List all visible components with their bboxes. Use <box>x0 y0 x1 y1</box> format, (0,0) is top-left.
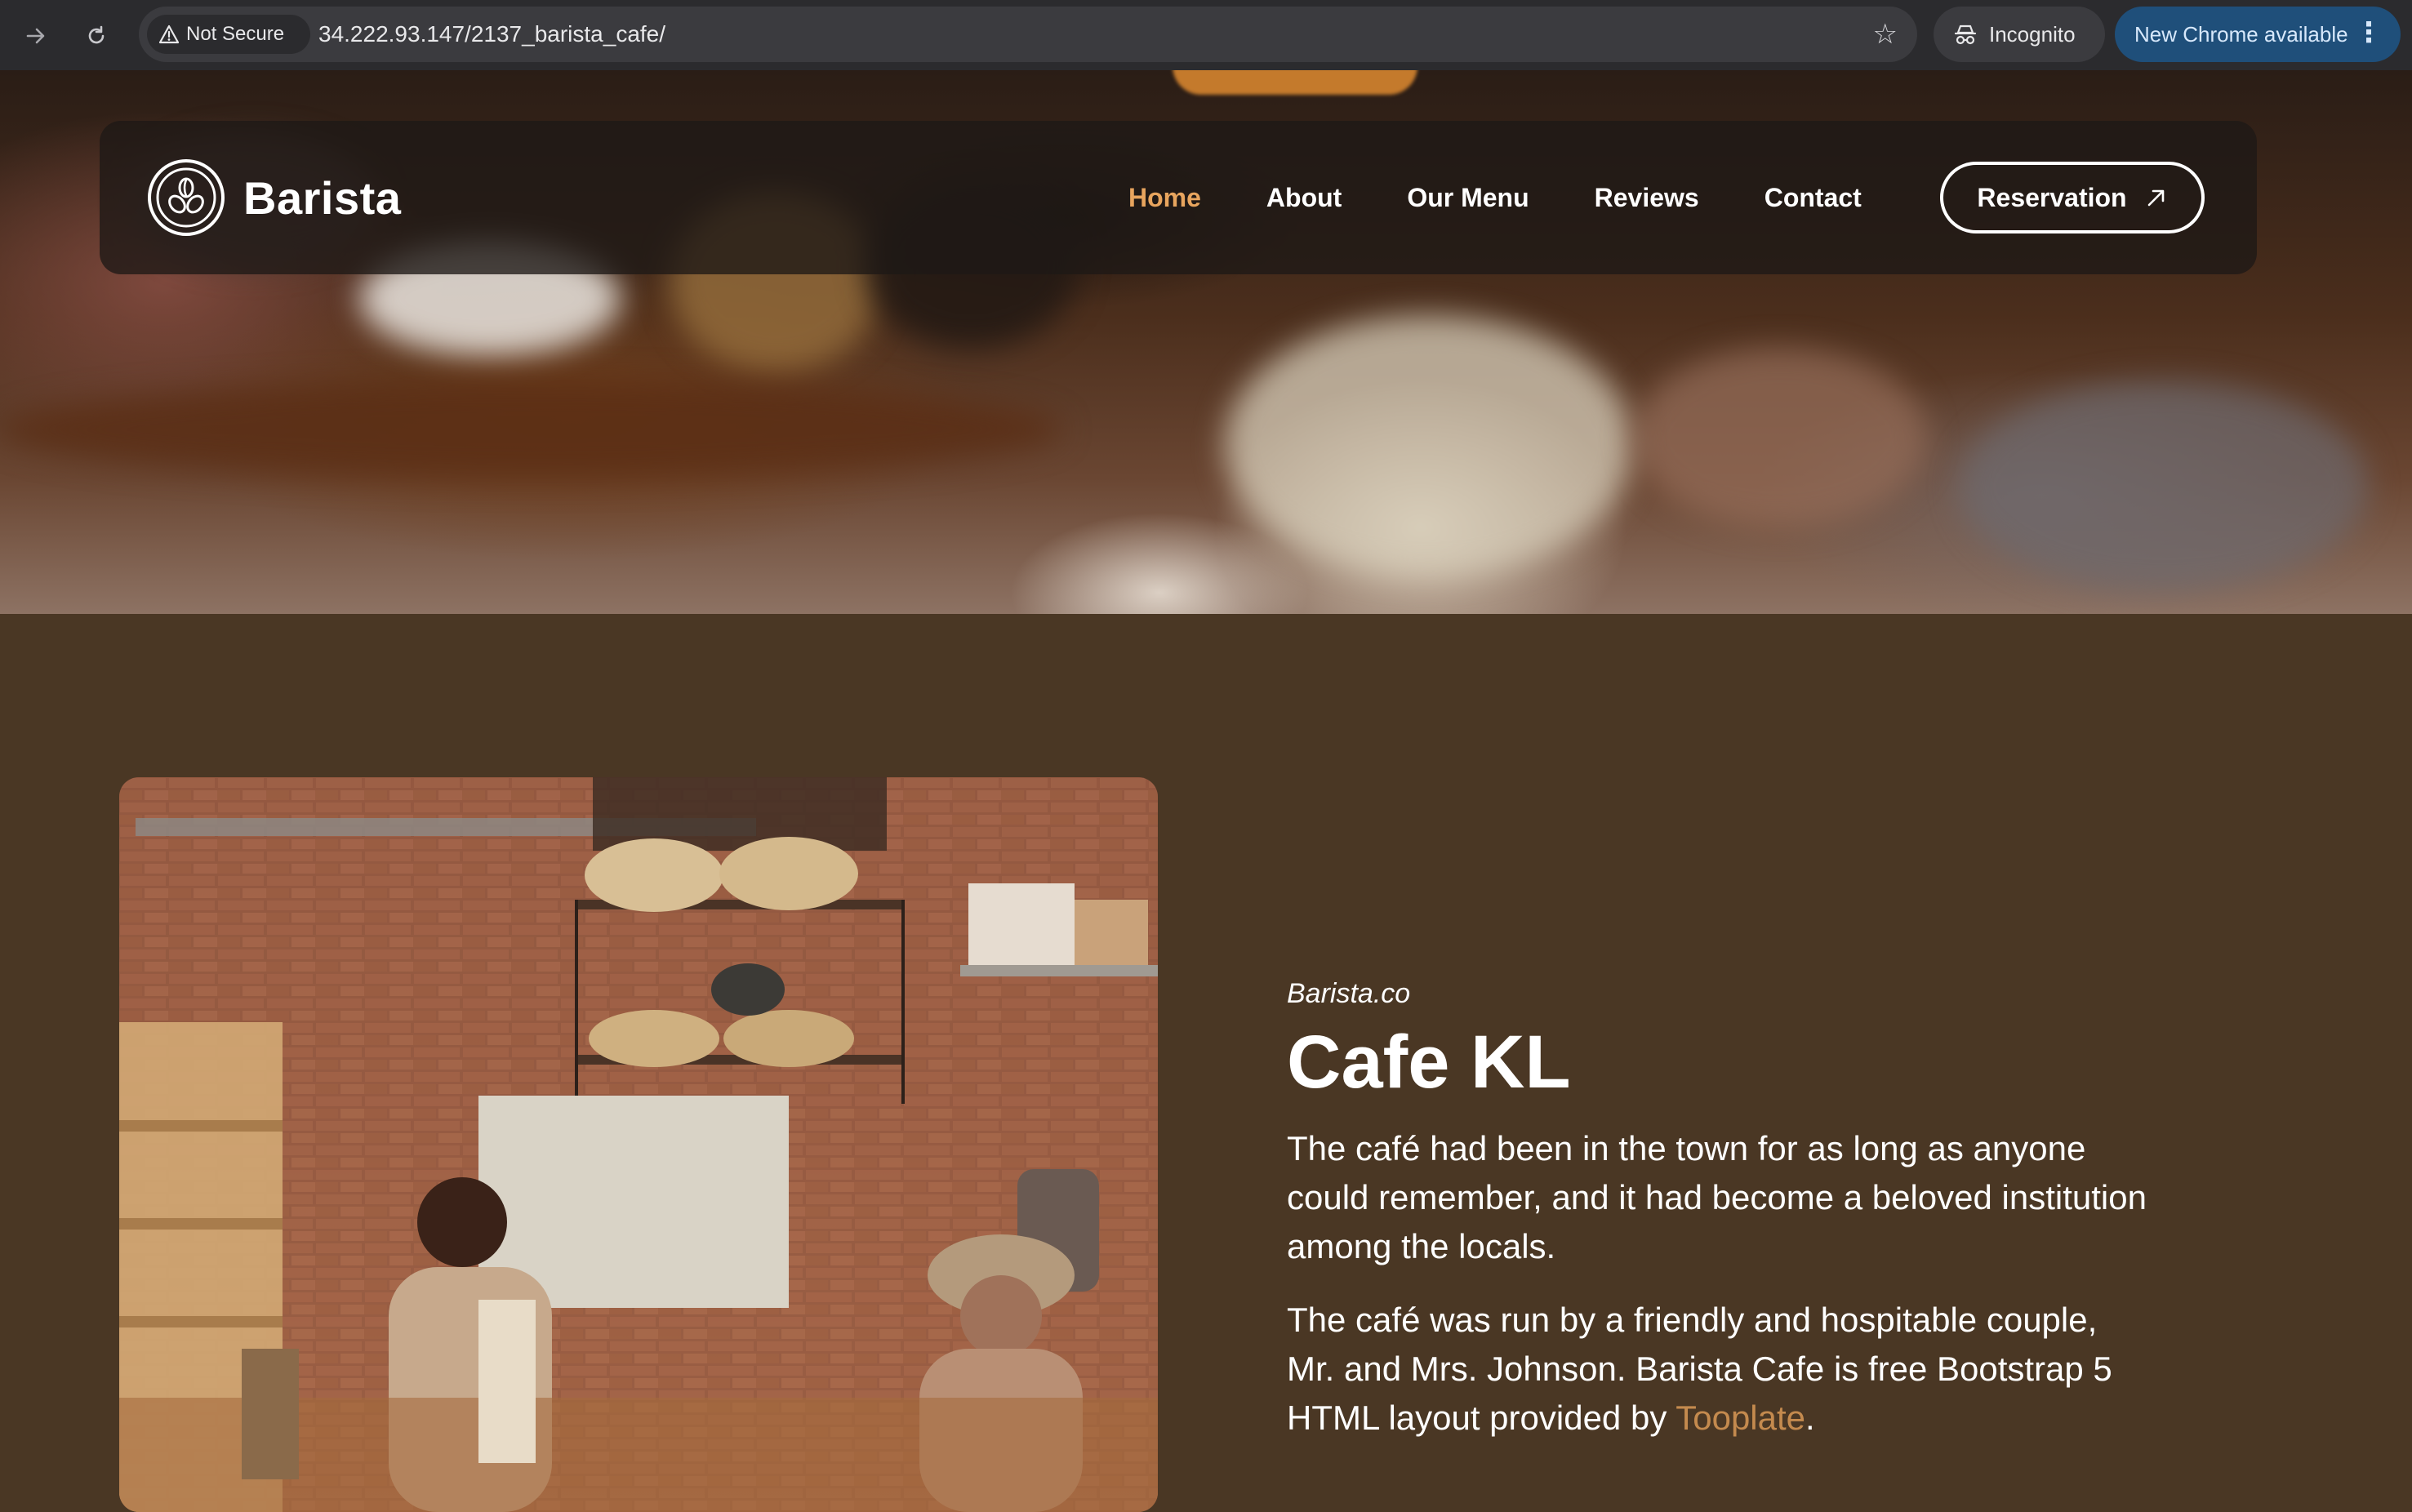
cafe-interior-illustration <box>119 777 1158 1512</box>
browser-toolbar: Not Secure 34.222.93.147/2137_barista_ca… <box>0 0 2412 70</box>
section-subtitle: Barista.co <box>1287 978 1411 1009</box>
nav-about-link[interactable]: About <box>1266 183 1342 213</box>
about-text: Barista.co Cafe KL The café had been in … <box>1287 978 2152 1467</box>
hero-blur-shape <box>1633 348 1927 527</box>
hero-blur-shape <box>1225 315 1633 576</box>
about-paragraph: The café was run by a friendly and hospi… <box>1287 1296 2152 1443</box>
incognito-icon <box>1954 24 1977 45</box>
arrow-up-right-icon <box>2147 189 2164 207</box>
update-label: New Chrome available <box>2134 21 2348 47</box>
about-paragraph: The café had been in the town for as lon… <box>1287 1129 2147 1265</box>
section-title: Cafe KL <box>1287 1021 1571 1104</box>
hero-cta-fragment <box>1173 70 1417 95</box>
nav-links: Home About Our Menu Reviews Contact <box>1128 121 1927 274</box>
warning-icon <box>158 24 180 44</box>
forward-icon[interactable] <box>18 18 54 54</box>
security-label: Not Secure <box>186 23 285 45</box>
incognito-chip[interactable]: Incognito <box>1934 7 2105 62</box>
reservation-button[interactable]: Reservation <box>1940 162 2205 233</box>
hero-blur-shape <box>1960 380 2368 593</box>
hero-blur-shape <box>0 380 1061 478</box>
nav-our-menu-link[interactable]: Our Menu <box>1407 183 1529 213</box>
cafe-interior-image <box>119 777 1158 1512</box>
address-bar[interactable]: Not Secure 34.222.93.147/2137_barista_ca… <box>139 7 1917 62</box>
about-paragraph-end: . <box>1805 1399 1815 1437</box>
bookmark-star-icon[interactable]: ☆ <box>1873 18 1898 51</box>
nav-contact-link[interactable]: Contact <box>1764 183 1862 213</box>
site-navbar: Barista Home About Our Menu Reviews Cont… <box>100 121 2257 274</box>
url-text[interactable]: 34.222.93.147/2137_barista_cafe/ <box>318 21 665 47</box>
tooplate-link[interactable]: Tooplate <box>1675 1399 1805 1437</box>
menu-dots-icon[interactable]: ⋮ <box>2355 16 2383 49</box>
coffee-beans-logo-icon <box>148 159 225 236</box>
nav-reviews-link[interactable]: Reviews <box>1595 183 1699 213</box>
chrome-update-button[interactable]: New Chrome available ⋮ <box>2115 7 2401 62</box>
incognito-label: Incognito <box>1989 21 2076 47</box>
reload-icon[interactable] <box>78 18 114 54</box>
reservation-label: Reservation <box>1977 182 2127 212</box>
security-chip[interactable]: Not Secure <box>147 15 310 54</box>
nav-home-link[interactable]: Home <box>1128 183 1201 213</box>
brand-name: Barista <box>243 171 402 224</box>
brand-link[interactable]: Barista <box>147 158 401 237</box>
about-section: Barista.co Cafe KL The café had been in … <box>0 614 2412 1512</box>
